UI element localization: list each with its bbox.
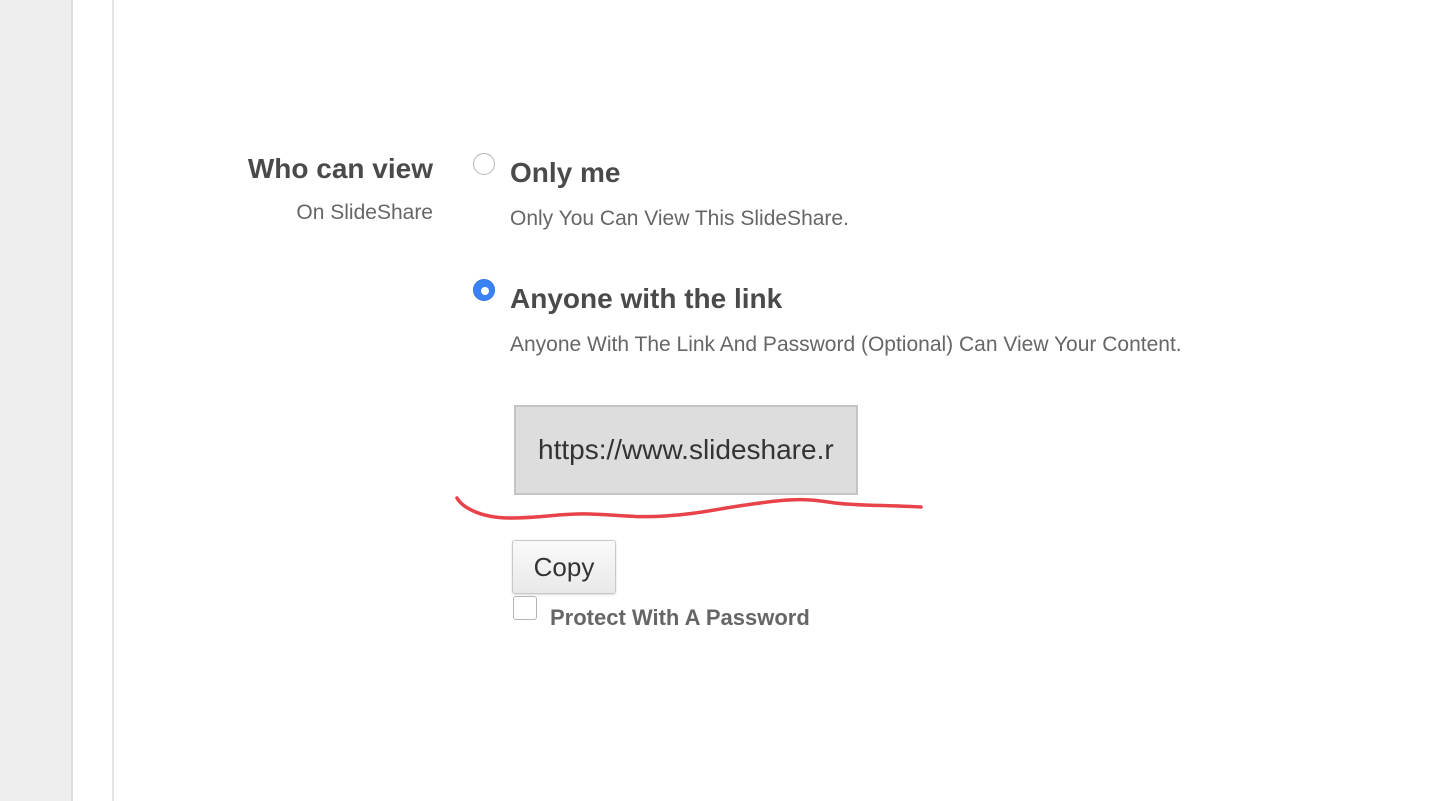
option-title-only-me: Only me: [510, 157, 621, 188]
left-gutter: [0, 0, 73, 801]
option-desc-only-me: Only You Can View This SlideShare.: [510, 207, 849, 230]
annotation-underline: [455, 496, 923, 520]
option-desc-anyone-with-link: Anyone With The Link And Password (Optio…: [510, 333, 1182, 356]
protect-password-label[interactable]: Protect With A Password: [550, 605, 810, 631]
page: Who can view On SlideShare Only me Only …: [0, 0, 1438, 801]
radio-only-me[interactable]: [473, 153, 495, 175]
section-subtitle: On SlideShare: [296, 201, 433, 224]
radio-selected-dot: [480, 286, 489, 295]
protect-password-checkbox[interactable]: [513, 596, 537, 620]
option-title-anyone-with-link: Anyone with the link: [510, 283, 783, 314]
content-divider: [112, 0, 114, 801]
section-title: Who can view: [247, 153, 433, 184]
share-link-field[interactable]: [514, 405, 858, 495]
copy-button[interactable]: Copy: [512, 540, 616, 594]
radio-anyone-with-link[interactable]: [473, 279, 495, 301]
section-label: Who can view On SlideShare: [248, 153, 433, 225]
